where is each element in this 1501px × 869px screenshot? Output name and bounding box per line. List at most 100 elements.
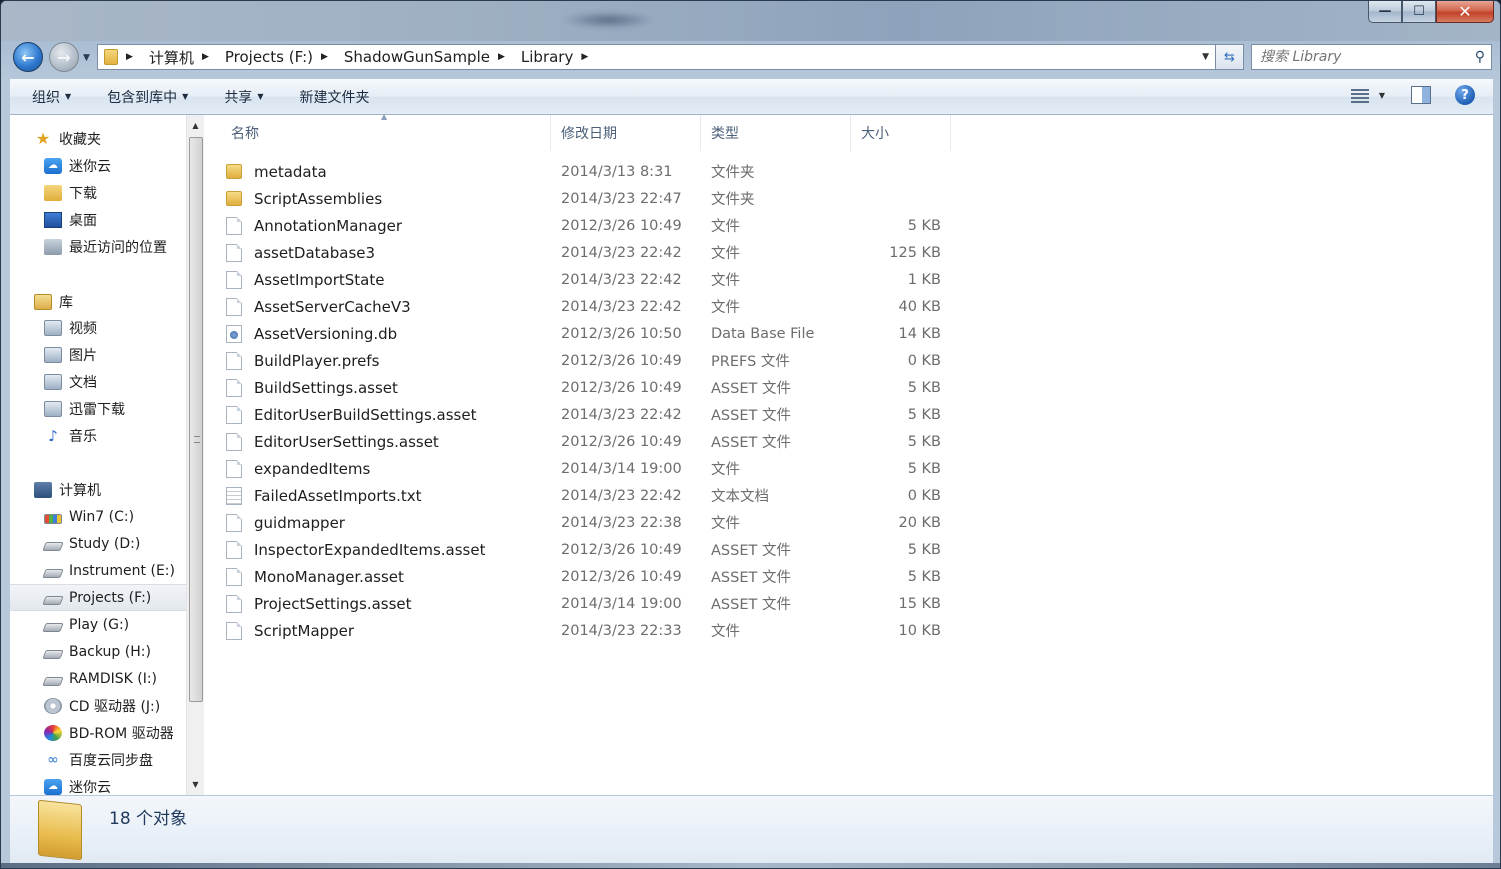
cell-size: 5 KB bbox=[907, 433, 941, 450]
table-row[interactable]: EditorUserBuildSettings.asset 2014/3/23 2… bbox=[226, 401, 956, 428]
breadcrumb-item[interactable]: Library ▶ bbox=[521, 48, 596, 66]
back-button[interactable]: ← bbox=[13, 42, 43, 72]
breadcrumb-separator-icon[interactable]: ▶ bbox=[202, 52, 209, 62]
view-options-dropdown[interactable]: ▼ bbox=[1379, 91, 1385, 100]
cell-name: EditorUserSettings.asset bbox=[226, 432, 551, 451]
nav-label: RAMDISK (I:) bbox=[69, 670, 158, 687]
column-header-name[interactable]: 名称 ▲ bbox=[206, 112, 551, 151]
breadcrumb-separator-icon[interactable]: ▶ bbox=[498, 52, 505, 62]
nav-libraries[interactable]: 库 bbox=[10, 288, 186, 315]
nav-item-thunder-downloads[interactable]: 迅雷下载 bbox=[10, 395, 186, 422]
preview-pane-icon[interactable] bbox=[1411, 86, 1431, 104]
nav-item-drive-d[interactable]: Study (D:) bbox=[10, 530, 186, 557]
nav-item-downloads[interactable]: 下载 bbox=[10, 179, 186, 206]
table-row[interactable]: EditorUserSettings.asset 2012/3/26 10:49 A… bbox=[226, 428, 956, 455]
table-row[interactable]: InspectorExpandedItems.asset 2012/3/26 10… bbox=[226, 536, 956, 563]
nav-label: 迷你云 bbox=[69, 779, 111, 796]
nav-item-miniyun[interactable]: ☁ 迷你云 bbox=[10, 152, 186, 179]
help-icon[interactable]: ? bbox=[1455, 85, 1475, 105]
table-row[interactable]: AnnotationManager 2012/3/26 10:49 文件 5 KB bbox=[226, 212, 956, 239]
scroll-up-arrow[interactable]: ▲ bbox=[187, 117, 204, 134]
nav-item-miniyun-drive[interactable]: ☁ 迷你云 bbox=[10, 773, 186, 795]
nav-item-drive-c[interactable]: Win7 (C:) bbox=[10, 503, 186, 530]
column-header-size[interactable]: 大小 bbox=[851, 115, 951, 151]
database-file-icon bbox=[226, 324, 242, 343]
close-button[interactable]: ✕ bbox=[1436, 1, 1494, 23]
table-row[interactable]: metadata 2014/3/13 8:31 文件夹 bbox=[226, 158, 956, 185]
include-in-library-menu[interactable]: 包含到库中 ▼ bbox=[107, 87, 188, 107]
table-row[interactable]: BuildPlayer.prefs 2012/3/26 10:49 PREFS 文件… bbox=[226, 347, 956, 374]
table-row[interactable]: FailedAssetImports.txt 2014/3/23 22:42 文本文… bbox=[226, 482, 956, 509]
cell-type: ASSET 文件 bbox=[711, 435, 791, 451]
search-icon[interactable]: ⚲ bbox=[1475, 49, 1485, 65]
nav-item-desktop[interactable]: 桌面 bbox=[10, 206, 186, 233]
address-history-dropdown[interactable]: ▼ bbox=[1202, 52, 1209, 62]
scroll-down-arrow[interactable]: ▼ bbox=[187, 776, 204, 793]
breadcrumb-separator-icon[interactable]: ▶ bbox=[321, 52, 328, 62]
nav-item-drive-g[interactable]: Play (G:) bbox=[10, 611, 186, 638]
nav-label: 文档 bbox=[69, 374, 97, 391]
table-row[interactable]: BuildSettings.asset 2012/3/26 10:49 ASSET … bbox=[226, 374, 956, 401]
file-icon bbox=[226, 216, 242, 235]
breadcrumb-item[interactable]: 计算机 ▶ bbox=[149, 47, 217, 68]
breadcrumb-item[interactable]: Projects (F:) ▶ bbox=[225, 48, 336, 66]
column-header-type[interactable]: 类型 bbox=[701, 115, 851, 151]
file-icon bbox=[226, 351, 242, 370]
maximize-button[interactable]: ☐ bbox=[1402, 1, 1436, 23]
nav-item-bd-rom[interactable]: BD-ROM 驱动器 bbox=[10, 719, 186, 746]
breadcrumb-separator-icon[interactable]: ▶ bbox=[581, 52, 588, 62]
table-row[interactable]: ScriptAssemblies 2014/3/23 22:47 文件夹 bbox=[226, 185, 956, 212]
file-name: BuildPlayer.prefs bbox=[254, 351, 380, 370]
table-row[interactable]: guidmapper 2014/3/23 22:38 文件 20 KB bbox=[226, 509, 956, 536]
table-row[interactable]: AssetVersioning.db 2012/3/26 10:50 Data Ba… bbox=[226, 320, 956, 347]
table-row[interactable]: AssetServerCacheV3 2014/3/23 22:42 文件 40 KB bbox=[226, 293, 956, 320]
nav-item-music[interactable]: ♪ 音乐 bbox=[10, 422, 186, 449]
nav-item-documents[interactable]: 文档 bbox=[10, 368, 186, 395]
nav-item-recent-places[interactable]: 最近访问的位置 bbox=[10, 233, 186, 260]
nav-item-drive-f[interactable]: Projects (F:) bbox=[10, 584, 186, 611]
nav-item-drive-h[interactable]: Backup (H:) bbox=[10, 638, 186, 665]
cell-date: 2012/3/26 10:49 bbox=[561, 217, 682, 234]
new-folder-button[interactable]: 新建文件夹 bbox=[299, 87, 369, 107]
table-row[interactable]: expandedItems 2014/3/14 19:00 文件 5 KB bbox=[226, 455, 956, 482]
nav-item-drive-i[interactable]: RAMDISK (I:) bbox=[10, 665, 186, 692]
nav-pane-scrollbar[interactable]: ▲ ▼ bbox=[186, 115, 204, 795]
table-row[interactable]: MonoManager.asset 2012/3/26 10:49 ASSET 文件… bbox=[226, 563, 956, 590]
minimize-button[interactable]: — bbox=[1368, 1, 1402, 23]
table-row[interactable]: ScriptMapper 2014/3/23 22:33 文件 10 KB bbox=[226, 617, 956, 644]
table-row[interactable]: ProjectSettings.asset 2014/3/14 19:00 ASSE… bbox=[226, 590, 956, 617]
cell-size: 10 KB bbox=[898, 622, 941, 639]
breadcrumb-separator-icon[interactable]: ▶ bbox=[126, 52, 133, 62]
search-box[interactable]: ⚲ bbox=[1251, 44, 1492, 70]
table-row[interactable]: assetDatabase3 2014/3/23 22:42 文件 125 KB bbox=[226, 239, 956, 266]
change-view-icon[interactable] bbox=[1350, 88, 1369, 103]
nav-favorites[interactable]: ★ 收藏夹 bbox=[10, 125, 186, 152]
recent-pages-dropdown[interactable]: ▼ bbox=[83, 53, 90, 63]
nav-label: Play (G:) bbox=[69, 616, 130, 633]
address-bar[interactable]: ▶ 计算机 ▶ Projects (F:) ▶ ShadowGunSample ▶ Libra… bbox=[97, 44, 1216, 70]
nav-item-videos[interactable]: 视频 bbox=[10, 314, 186, 341]
cell-date: 2014/3/23 22:42 bbox=[561, 298, 682, 315]
scroll-thumb[interactable] bbox=[189, 137, 203, 702]
nav-item-drive-j[interactable]: CD 驱动器 (J:) bbox=[10, 692, 186, 719]
table-row[interactable]: AssetImportState 2014/3/23 22:42 文件 1 KB bbox=[226, 266, 956, 293]
breadcrumb-item[interactable]: ShadowGunSample ▶ bbox=[344, 48, 513, 66]
nav-item-drive-e[interactable]: Instrument (E:) bbox=[10, 557, 186, 584]
column-header-date[interactable]: 修改日期 bbox=[551, 115, 701, 151]
nav-computer[interactable]: 计算机 bbox=[10, 476, 186, 503]
search-input[interactable] bbox=[1260, 49, 1460, 65]
file-name: ScriptAssemblies bbox=[254, 189, 383, 208]
nav-item-pictures[interactable]: 图片 bbox=[10, 341, 186, 368]
window-title-blurred bbox=[561, 11, 656, 29]
cell-size: 5 KB bbox=[907, 568, 941, 585]
forward-button[interactable]: → bbox=[49, 42, 79, 72]
cell-type: PREFS 文件 bbox=[711, 354, 790, 370]
scroll-grip-icon bbox=[194, 436, 200, 443]
refresh-button[interactable]: ⇆ bbox=[1216, 44, 1244, 70]
details-pane: 18 个对象 bbox=[10, 795, 1493, 863]
title-bar[interactable] bbox=[1, 1, 1500, 41]
organize-menu[interactable]: 组织 ▼ bbox=[32, 87, 71, 107]
share-menu[interactable]: 共享 ▼ bbox=[224, 87, 263, 107]
folder-thumbnail-icon bbox=[38, 799, 82, 861]
nav-item-baidu-sync[interactable]: ∞ 百度云同步盘 bbox=[10, 746, 186, 773]
